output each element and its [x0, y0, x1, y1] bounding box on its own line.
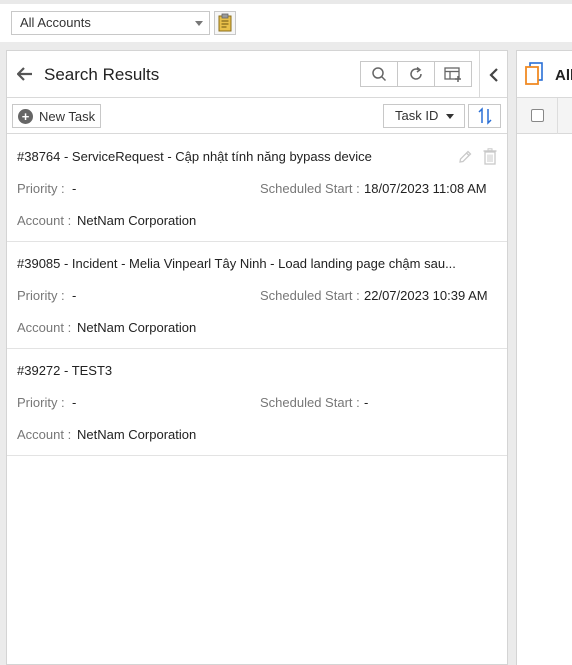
search-button[interactable] — [361, 62, 398, 86]
refresh-icon — [410, 66, 422, 80]
clipboard-icon — [218, 13, 232, 32]
back-arrow-icon[interactable] — [17, 67, 33, 81]
header-actions — [360, 61, 472, 87]
task-row[interactable]: #38764 - ServiceRequest - Cập nhật tính … — [7, 135, 507, 242]
sort-direction-button[interactable] — [468, 104, 501, 128]
collapse-panel-button[interactable] — [479, 51, 507, 98]
new-task-label: New Task — [39, 108, 96, 124]
account-value: NetNam Corporation — [77, 213, 197, 228]
sort-field-value: Task ID — [395, 108, 439, 123]
account-value: NetNam Corporation — [77, 320, 197, 335]
chevron-down-icon — [446, 114, 454, 119]
clipboard-button[interactable] — [214, 11, 236, 35]
task-title[interactable]: #39085 - Incident - Melia Vinpearl Tây N… — [17, 256, 487, 271]
chevron-left-icon — [488, 67, 498, 82]
task-row[interactable]: #39085 - Incident - Melia Vinpearl Tây N… — [7, 242, 507, 349]
results-toolbar: + New Task Task ID — [7, 98, 507, 134]
priority-value: - — [72, 288, 77, 303]
add-circle-icon: + — [18, 108, 33, 124]
select-all-checkbox[interactable] — [531, 109, 544, 122]
task-list: #38764 - ServiceRequest - Cập nhật tính … — [7, 135, 507, 456]
account-label: Account : — [17, 320, 72, 335]
documents-icon — [525, 62, 543, 85]
scheduled-start-label: Scheduled Start : — [260, 288, 360, 303]
task-title[interactable]: #38764 - ServiceRequest - Cập nhật tính … — [17, 149, 457, 164]
scheduled-start-label: Scheduled Start : — [260, 395, 360, 410]
search-icon — [372, 67, 387, 82]
priority-label: Priority : — [17, 395, 65, 410]
priority-value: - — [72, 395, 77, 410]
account-label: Account : — [17, 213, 72, 228]
top-bar: All Accounts — [0, 0, 572, 42]
task-row[interactable]: #39272 - TEST3 Priority : - Scheduled St… — [7, 349, 507, 456]
sort-direction-icon — [477, 107, 492, 125]
pencil-icon[interactable] — [457, 149, 473, 165]
scheduled-start-value: 18/07/2023 11:08 AM — [364, 181, 487, 196]
account-filter-select[interactable]: All Accounts — [11, 11, 210, 35]
refresh-button[interactable] — [398, 62, 435, 86]
scheduled-start-value: 22/07/2023 10:39 AM — [364, 288, 488, 303]
detail-panel: All — [516, 50, 572, 665]
search-results-panel: Search Results + New Task Task ID #38764… — [6, 50, 508, 665]
column-settings-button[interactable] — [435, 62, 471, 86]
new-task-button[interactable]: + New Task — [12, 104, 101, 128]
priority-label: Priority : — [17, 181, 65, 196]
column-divider — [557, 98, 558, 134]
priority-value: - — [72, 181, 77, 196]
table-settings-icon — [444, 66, 461, 82]
scheduled-start-label: Scheduled Start : — [260, 181, 360, 196]
scheduled-start-value: - — [364, 395, 369, 410]
account-value: NetNam Corporation — [77, 427, 197, 442]
priority-label: Priority : — [17, 288, 65, 303]
task-title[interactable]: #39272 - TEST3 — [17, 363, 457, 378]
trash-icon[interactable] — [483, 148, 497, 165]
page-title: Search Results — [44, 65, 160, 84]
account-filter-value: All Accounts — [20, 15, 91, 30]
chevron-down-icon — [195, 21, 203, 26]
panel-header: Search Results — [7, 51, 507, 98]
account-label: Account : — [17, 427, 72, 442]
detail-table-header — [517, 98, 572, 134]
sort-field-select[interactable]: Task ID — [383, 104, 465, 128]
detail-panel-title: All — [555, 67, 572, 84]
detail-panel-header: All — [517, 51, 572, 98]
